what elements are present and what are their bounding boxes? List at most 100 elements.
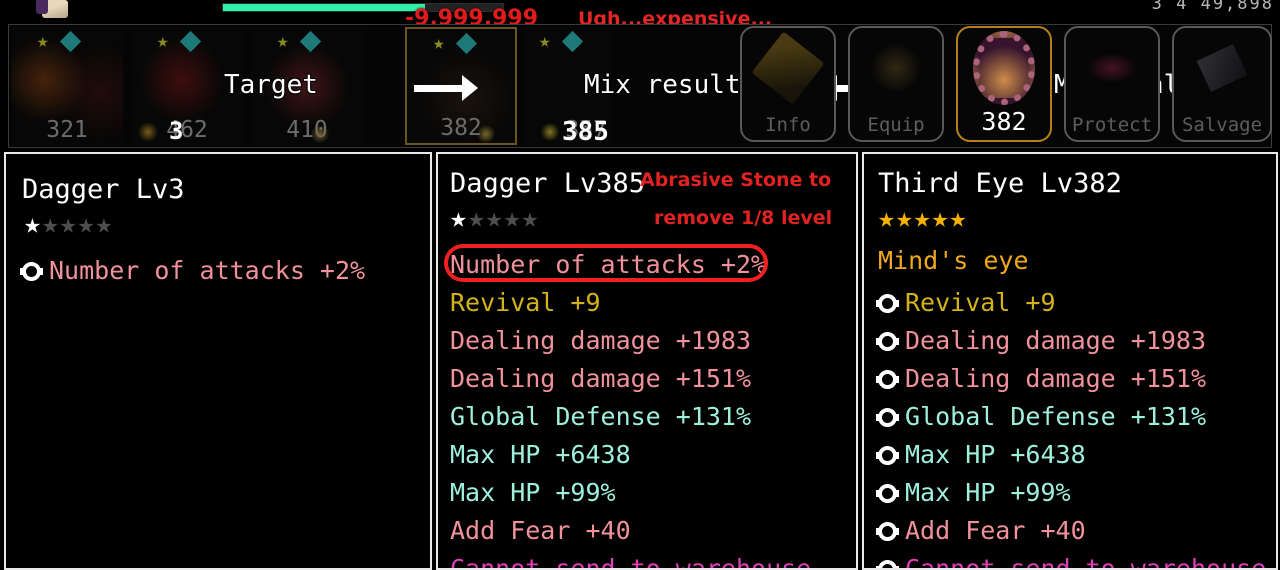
gear-bullet-icon [876, 331, 899, 351]
stat-text: Number of attacks +2% [450, 250, 767, 279]
equip-button[interactable]: Equip [848, 26, 944, 142]
hp-bar-fill [223, 4, 425, 11]
stat-row: Add Fear +40 [450, 512, 811, 550]
star-empty-icon: ★ [521, 201, 540, 234]
hammer-icon [1196, 44, 1248, 93]
item-title: Dagger Lv385 [450, 168, 646, 199]
stat-text: Max HP +99% [450, 478, 616, 507]
stat-row: Max HP +6438 [876, 436, 1266, 474]
stat-text: Add Fear +40 [450, 516, 631, 545]
status-strip: -9,999,999 Ugh...expensive... 3 4 49,898 [0, 0, 1280, 31]
info-button[interactable]: Info [740, 26, 836, 142]
stat-text: Add Fear +40 [905, 516, 1086, 545]
abrasive-stone-note-line2: remove 1/8 level [654, 207, 833, 229]
stat-row: Cannot send to warehouse [450, 550, 812, 570]
coin-icon [137, 121, 159, 143]
stat-list: Number of attacks +2% Revival +9 Dealing d… [450, 246, 812, 570]
star-rating: ★★★★★ [450, 204, 539, 232]
salvage-button[interactable]: Salvage [1172, 26, 1272, 142]
info-button-label: Info [765, 114, 811, 136]
slot-level: 321 [46, 117, 88, 143]
stat-row: Revival +9 [876, 284, 1266, 322]
stat-text: Global Defense +131% [450, 402, 752, 431]
item-title: Third Eye Lv382 [878, 168, 1122, 199]
slot-level: 382 [440, 115, 482, 141]
gear-bullet-icon [876, 445, 899, 465]
stat-row: Number of attacks +2% [450, 246, 811, 284]
stat-row: Dealing damage +151% [450, 360, 811, 398]
currency-counter: 3 4 49,898 [1151, 0, 1274, 14]
stat-row: Cannot send to warehouse [876, 550, 1267, 570]
player-portrait [36, 0, 68, 18]
stat-row: Max HP +6438 [450, 436, 811, 474]
star-filled-icon: ★ [931, 201, 950, 234]
star-filled-icon: ★ [450, 201, 468, 234]
stat-row: Revival +9 [450, 284, 811, 322]
diamond-icon [299, 30, 322, 53]
stat-text: Cannot send to warehouse [450, 554, 812, 570]
stack-count: 3 [169, 117, 184, 145]
gear-bullet-icon [876, 369, 899, 389]
stat-row: Global Defense +131% [876, 398, 1266, 436]
panel-mix-result: Dagger Lv385 ★★★★★ Abrasive Stone to rem… [436, 152, 858, 570]
spider-icon [475, 123, 497, 145]
stat-text: Dealing damage +1983 [450, 326, 752, 355]
material-count: 382 [981, 107, 1027, 136]
equip-button-label: Equip [867, 114, 925, 136]
star-empty-icon: ★ [95, 207, 114, 240]
shield-icon [1087, 53, 1137, 84]
item-title: Dagger Lv3 [22, 174, 185, 205]
star-filled-icon: ★ [949, 201, 968, 234]
star-filled-icon: ★ [878, 201, 896, 234]
dagger-icon [751, 31, 825, 105]
stat-text: Cannot send to warehouse [905, 554, 1267, 570]
gauntlet-icon [872, 40, 920, 97]
third-eye-icon [973, 31, 1035, 106]
stat-list: Number of attacks +2% [20, 252, 366, 290]
stat-text: Revival +9 [450, 288, 601, 317]
diamond-icon [455, 32, 478, 55]
panel-material-item: Third Eye Lv382 ★★★★★ Mind's eye Revival… [862, 152, 1278, 570]
slot-badges: ★ [277, 30, 337, 53]
star-empty-icon: ★ [485, 201, 504, 234]
star-rating: ★★★★★ [878, 204, 967, 232]
gear-bullet-icon [876, 293, 899, 313]
gear-bullet-icon [876, 559, 899, 568]
item-subtitle: Mind's eye [878, 246, 1029, 275]
inventory-slot-1[interactable]: ★ 321 [11, 27, 123, 145]
game-forge-screen: -9,999,999 Ugh...expensive... 3 4 49,898… [0, 0, 1280, 570]
spider-icon [539, 121, 561, 143]
stat-row: Global Defense +131% [450, 398, 811, 436]
star-empty-icon: ★ [59, 207, 78, 240]
stat-text: Revival +9 [905, 288, 1056, 317]
stat-list: Revival +9 Dealing damage +1983 Dealing da… [876, 284, 1267, 570]
stat-row: Dealing damage +1983 [450, 322, 811, 360]
stat-text: Global Defense +131% [905, 402, 1207, 431]
diamond-icon [59, 30, 82, 53]
stat-text: Dealing damage +1983 [905, 326, 1207, 355]
diamond-icon [179, 30, 202, 53]
slot-badges: ★ [433, 32, 493, 55]
stat-row: Dealing damage +1983 [876, 322, 1266, 360]
gear-bullet-icon [876, 521, 899, 541]
stat-text: Max HP +6438 [450, 440, 631, 469]
slot-badges: ★ [539, 30, 599, 53]
arrow-right-icon [414, 67, 478, 107]
stat-text: Number of attacks +2% [49, 256, 366, 285]
star-empty-icon: ★ [77, 207, 96, 240]
stat-text: Dealing damage +151% [905, 364, 1207, 393]
stat-row: Max HP +99% [876, 474, 1266, 512]
star-empty-icon: ★ [467, 201, 486, 234]
star-empty-icon: ★ [503, 201, 522, 234]
stat-row: Max HP +99% [450, 474, 811, 512]
salvage-button-label: Salvage [1181, 114, 1263, 136]
gear-bullet-icon [876, 407, 899, 427]
star-filled-icon: ★ [24, 207, 42, 240]
stat-row: Add Fear +40 [876, 512, 1266, 550]
material-select-button[interactable]: 382 [956, 26, 1052, 142]
mix-result-level: 385 [562, 117, 609, 147]
protect-button[interactable]: Protect [1064, 26, 1160, 142]
abrasive-stone-note-line1: Abrasive Stone to [640, 169, 832, 191]
star-filled-icon: ★ [913, 201, 932, 234]
star-empty-icon: ★ [41, 207, 60, 240]
